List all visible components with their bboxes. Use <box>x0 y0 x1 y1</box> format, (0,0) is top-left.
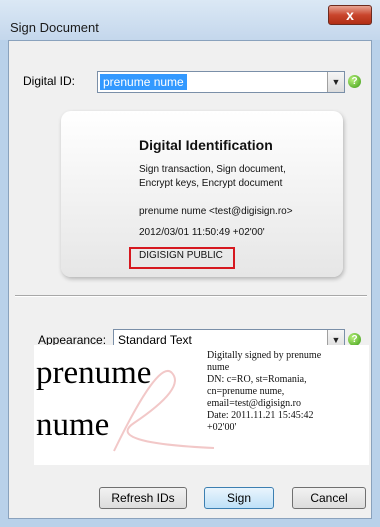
card-heading: Digital Identification <box>139 137 273 153</box>
digital-id-select[interactable]: prenume nume ▼ <box>97 71 345 93</box>
card-capabilities-line2: Encrypt keys, Encrypt document <box>139 178 283 189</box>
signature-detail-line: +02'00' <box>207 422 237 433</box>
title-bar[interactable]: Sign Document x <box>0 0 380 40</box>
card-capabilities-line1: Sign transaction, Sign document, <box>139 164 286 175</box>
window-title: Sign Document <box>10 20 99 35</box>
sign-document-dialog: Sign Document x Digital ID: prenume nume… <box>0 0 380 527</box>
signature-detail-line: Digitally signed by prenume <box>207 350 322 361</box>
digital-id-label: Digital ID: <box>23 74 76 88</box>
signature-name-line1: prenume <box>36 355 152 391</box>
refresh-ids-button[interactable]: Refresh IDs <box>99 487 187 509</box>
card-date: 2012/03/01 11:50:49 +02'00' <box>139 227 265 238</box>
cancel-button[interactable]: Cancel <box>292 487 366 509</box>
card-owner: prenume nume <test@digisign.ro> <box>139 206 293 217</box>
help-icon[interactable]: ? <box>348 75 361 88</box>
sign-button[interactable]: Sign <box>204 487 274 509</box>
signature-detail-line: nume <box>207 362 230 373</box>
dialog-body: Digital ID: prenume nume ▼ ? Digital Ide… <box>8 40 372 519</box>
signature-detail-line: cn=prenume nume, <box>207 386 285 397</box>
close-icon: x <box>346 7 354 23</box>
signature-detail-line: email=test@digisign.ro <box>207 398 302 409</box>
close-button[interactable]: x <box>328 5 372 25</box>
digital-id-value: prenume nume <box>100 74 187 90</box>
signature-detail-line: Date: 2011.11.21 15:45:42 <box>207 410 314 421</box>
signature-details: Digitally signed by prenume nume DN: c=R… <box>207 350 367 434</box>
signature-preview: prenume nume Digitally signed by prenume… <box>34 345 369 465</box>
signature-name-line2: nume <box>36 407 110 443</box>
signature-detail-line: DN: c=RO, st=Romania, <box>207 374 307 385</box>
issuer-highlight-box <box>129 247 235 269</box>
chevron-down-icon[interactable]: ▼ <box>327 72 344 92</box>
section-divider <box>15 295 367 297</box>
